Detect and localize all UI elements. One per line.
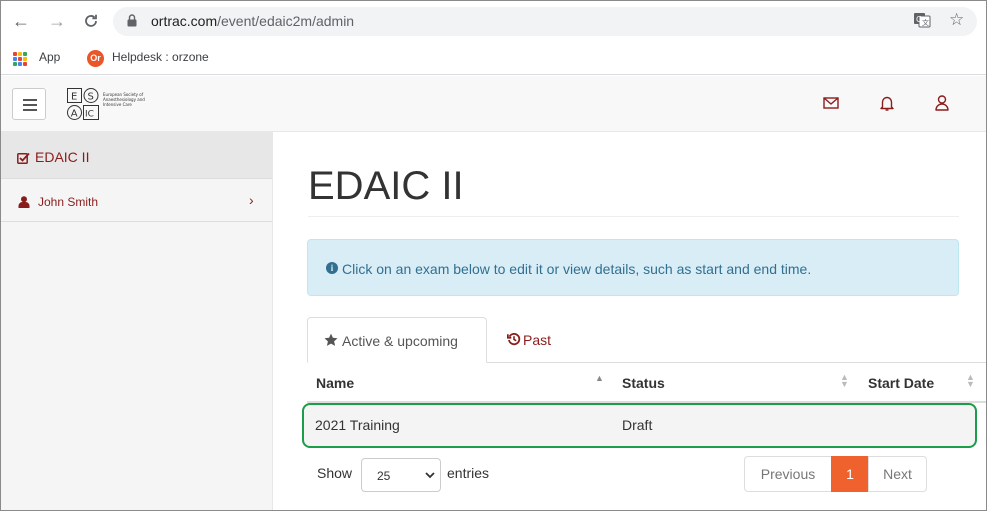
cell-status: Draft [622,417,653,433]
url-host: ortrac.com [151,13,218,29]
page-title: EDAIC II [308,164,464,208]
user-icon [18,195,30,213]
bookmarks-bar: App Or Helpdesk : orzone [1,42,986,75]
lock-icon[interactable] [127,14,137,32]
tab-label: Past [523,332,552,348]
address-bar[interactable]: ortrac.com/event/edaic2m/admin G 文 ☆ [113,7,977,36]
tab-active-upcoming[interactable]: Active & upcoming [307,317,487,363]
logo-caption-3: Intensive Care [103,102,132,107]
previous-page-button[interactable]: Previous [744,456,832,492]
chevron-right-icon: › [249,192,254,208]
url-path: /event/edaic2m/admin [217,13,355,29]
tab-label: Active & upcoming [342,333,458,349]
apps-grid-icon[interactable] [13,52,27,66]
next-page-button[interactable]: Next [868,456,927,492]
sidebar: EDAIC II John Smith › [1,132,273,510]
sort-both-icon[interactable]: ▲ ▼ [966,373,975,389]
title-divider [308,216,959,217]
entries-label: entries [447,465,490,481]
column-header-name[interactable]: Name [316,375,354,391]
user-outline-icon[interactable] [933,94,953,114]
bell-icon[interactable] [878,94,898,114]
alert-text: Click on an exam below to edit it or vie… [342,261,812,277]
sidebar-item-user[interactable]: John Smith › [1,179,272,222]
show-label: Show [317,465,353,481]
bookmark-helpdesk[interactable]: Helpdesk : orzone [112,50,209,64]
info-alert: i Click on an exam below to edit it or v… [307,239,959,296]
menu-toggle-button[interactable] [12,88,46,120]
sidebar-item-edaic-ii[interactable]: EDAIC II [1,132,272,179]
sidebar-user-name: John Smith [38,195,99,209]
svg-text:文: 文 [922,18,929,27]
column-header-start-date[interactable]: Start Date [868,375,934,391]
logo-letter-ic: IC [85,110,94,120]
forward-arrow-icon[interactable]: → [45,9,69,33]
bookmark-apps[interactable]: App [39,50,60,64]
logo-letter-s: S [88,92,94,103]
url-text[interactable]: ortrac.com/event/edaic2m/admin [151,13,354,29]
cell-name[interactable]: 2021 Training [315,417,400,433]
esaic-logo[interactable]: E S A IC European Society of Anaesthesio… [67,87,177,121]
envelope-icon[interactable] [822,94,842,114]
star-icon [324,333,338,352]
app-header: E S A IC European Society of Anaesthesio… [1,76,986,132]
column-header-status[interactable]: Status [622,375,665,391]
page-1-button[interactable]: 1 [831,456,869,492]
translate-icon[interactable]: G 文 [913,11,931,34]
info-circle-icon: i [326,262,338,274]
back-arrow-icon[interactable]: ← [9,9,33,33]
logo-letter-a: A [71,109,78,120]
browser-window: ← → ortrac.com/event/edaic2m/admin G 文 ☆… [0,0,987,511]
bookmark-star-icon[interactable]: ☆ [949,10,964,30]
sort-asc-icon[interactable]: ▲ [595,373,604,383]
chevron-down-icon [424,467,436,488]
orzone-icon[interactable]: Or [87,50,104,67]
tab-past[interactable]: Past [495,317,575,363]
sort-both-icon[interactable]: ▲ ▼ [840,373,849,389]
sidebar-item-label: EDAIC II [35,149,90,165]
checkbox-icon [17,151,30,169]
logo-letter-e: E [71,92,77,103]
history-icon [506,332,521,351]
entries-length-value: 25 [377,469,391,483]
browser-toolbar: ← → ortrac.com/event/edaic2m/admin G 文 ☆ [1,1,986,42]
entries-length-select[interactable]: 25 [361,458,441,492]
reload-icon[interactable] [79,9,103,33]
